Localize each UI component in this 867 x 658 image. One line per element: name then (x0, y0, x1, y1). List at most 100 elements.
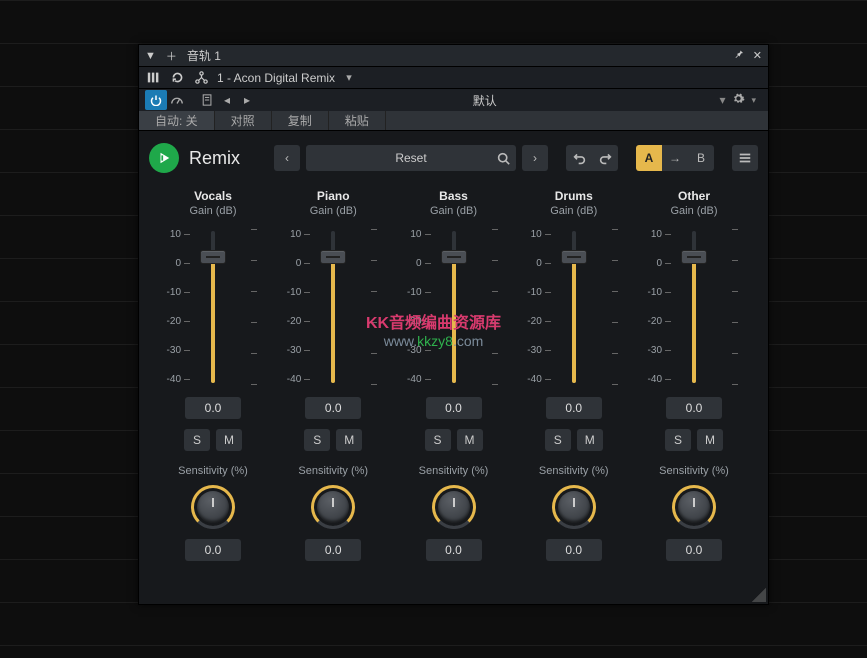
sensitivity-knob[interactable] (311, 485, 355, 529)
window-title: 音轨 1 (187, 47, 221, 64)
channel-strip: Vocals Gain (dB) 100-10-20-30-40 0.0 S M… (159, 189, 267, 571)
sensitivity-knob[interactable] (552, 485, 596, 529)
tab-copy[interactable]: 复制 (272, 111, 329, 130)
plugin-body: Remix ‹ Reset › (139, 131, 768, 604)
redo-button[interactable] (592, 145, 618, 171)
solo-button[interactable]: S (184, 429, 210, 451)
channel-name: Vocals (194, 189, 232, 203)
sensitivity-value[interactable]: 0.0 (426, 539, 482, 561)
gain-value[interactable]: 0.0 (305, 397, 361, 419)
gain-slider[interactable]: 100-10-20-30-40 (159, 227, 267, 387)
channel-name: Piano (317, 189, 350, 203)
channel-strip: Bass Gain (dB) 100-10-20-30-40 0.0 S M S… (400, 189, 508, 571)
meter-icon[interactable] (167, 90, 187, 110)
add-icon[interactable]: ＋ (166, 48, 177, 64)
gain-value[interactable]: 0.0 (666, 397, 722, 419)
sensitivity-label: Sensitivity (%) (419, 465, 489, 477)
next-preset-button[interactable]: ▸ (237, 90, 257, 110)
host-preset-row: ◂ ▸ 默认 ▾ ▾ (139, 89, 768, 111)
tab-paste[interactable]: 粘贴 (329, 111, 386, 130)
slider-scale-right (371, 227, 377, 387)
slider-scale-right (251, 227, 257, 387)
sensitivity-value[interactable]: 0.0 (305, 539, 361, 561)
slider-thumb[interactable] (200, 250, 226, 264)
columns-icon[interactable] (145, 70, 161, 86)
pin-icon[interactable] (733, 48, 745, 63)
mute-button[interactable]: M (216, 429, 242, 451)
gain-slider[interactable]: 100-10-20-30-40 (520, 227, 628, 387)
host-tab-row: 自动: 关 对照 复制 粘贴 (139, 111, 768, 131)
preset-name-label: Reset (395, 151, 426, 165)
preset-next-button[interactable]: › (522, 145, 548, 171)
slider-scale-left: 100-10-20-30-40 (520, 227, 551, 387)
play-button[interactable] (149, 143, 179, 173)
search-icon[interactable] (497, 145, 510, 171)
slider-scale-left: 100-10-20-30-40 (640, 227, 671, 387)
sensitivity-knob[interactable] (191, 485, 235, 529)
prev-preset-button[interactable]: ◂ (217, 90, 237, 110)
solo-button[interactable]: S (545, 429, 571, 451)
chevron-down-icon[interactable]: ▾ (341, 70, 357, 86)
resize-grip[interactable] (752, 588, 766, 602)
sensitivity-value[interactable]: 0.0 (185, 539, 241, 561)
preset-selector[interactable]: Reset (306, 145, 516, 171)
page-icon[interactable] (197, 90, 217, 110)
tab-compare[interactable]: 对照 (215, 111, 272, 130)
channel-sublabel: Gain (dB) (550, 205, 597, 217)
ab-b-button[interactable]: B (688, 145, 714, 171)
channel-name: Drums (555, 189, 593, 203)
channel-sublabel: Gain (dB) (670, 205, 717, 217)
sensitivity-label: Sensitivity (%) (178, 465, 248, 477)
gain-slider[interactable]: 100-10-20-30-40 (400, 227, 508, 387)
slider-thumb[interactable] (320, 250, 346, 264)
solo-button[interactable]: S (425, 429, 451, 451)
mute-button[interactable]: M (457, 429, 483, 451)
gear-chevron-icon[interactable]: ▾ (751, 95, 756, 106)
gear-icon[interactable] (732, 92, 745, 108)
plugin-selector[interactable]: 1 - Acon Digital Remix (217, 71, 335, 85)
hamburger-icon[interactable] (732, 145, 758, 171)
mute-button[interactable]: M (336, 429, 362, 451)
refresh-icon[interactable] (169, 70, 185, 86)
gain-value[interactable]: 0.0 (426, 397, 482, 419)
sensitivity-label: Sensitivity (%) (539, 465, 609, 477)
power-button[interactable] (145, 90, 167, 110)
preset-chevron-icon[interactable]: ▾ (712, 90, 732, 110)
mute-button[interactable]: M (697, 429, 723, 451)
channel-strip: Drums Gain (dB) 100-10-20-30-40 0.0 S M … (520, 189, 628, 571)
channel-strip: Piano Gain (dB) 100-10-20-30-40 0.0 S M … (279, 189, 387, 571)
slider-thumb[interactable] (561, 250, 587, 264)
channel-sublabel: Gain (dB) (189, 205, 236, 217)
gain-slider[interactable]: 100-10-20-30-40 (640, 227, 748, 387)
sensitivity-value[interactable]: 0.0 (666, 539, 722, 561)
window-titlebar: ▼ ＋ 音轨 1 ✕ (139, 45, 768, 67)
solo-button[interactable]: S (665, 429, 691, 451)
slider-scale-right (492, 227, 498, 387)
solo-button[interactable]: S (304, 429, 330, 451)
sensitivity-value[interactable]: 0.0 (546, 539, 602, 561)
menu-chevron-icon[interactable]: ▼ (145, 50, 156, 62)
channel-name: Other (678, 189, 710, 203)
channel-sublabel: Gain (dB) (430, 205, 477, 217)
routing-icon[interactable] (193, 70, 209, 86)
mute-button[interactable]: M (577, 429, 603, 451)
ab-copy-button[interactable]: → (662, 145, 688, 171)
preset-prev-button[interactable]: ‹ (274, 145, 300, 171)
tab-automation[interactable]: 自动: 关 (139, 111, 215, 130)
slider-thumb[interactable] (681, 250, 707, 264)
sensitivity-knob[interactable] (432, 485, 476, 529)
sensitivity-label: Sensitivity (%) (659, 465, 729, 477)
sensitivity-knob[interactable] (672, 485, 716, 529)
slider-scale-right (732, 227, 738, 387)
slider-scale-left: 100-10-20-30-40 (279, 227, 310, 387)
sensitivity-label: Sensitivity (%) (298, 465, 368, 477)
close-icon[interactable]: ✕ (753, 49, 762, 62)
slider-thumb[interactable] (441, 250, 467, 264)
ab-a-button[interactable]: A (636, 145, 662, 171)
gain-value[interactable]: 0.0 (185, 397, 241, 419)
gain-value[interactable]: 0.0 (546, 397, 602, 419)
host-preset-name[interactable]: 默认 (257, 90, 712, 110)
gain-slider[interactable]: 100-10-20-30-40 (279, 227, 387, 387)
undo-button[interactable] (566, 145, 592, 171)
slider-scale-left: 100-10-20-30-40 (159, 227, 190, 387)
